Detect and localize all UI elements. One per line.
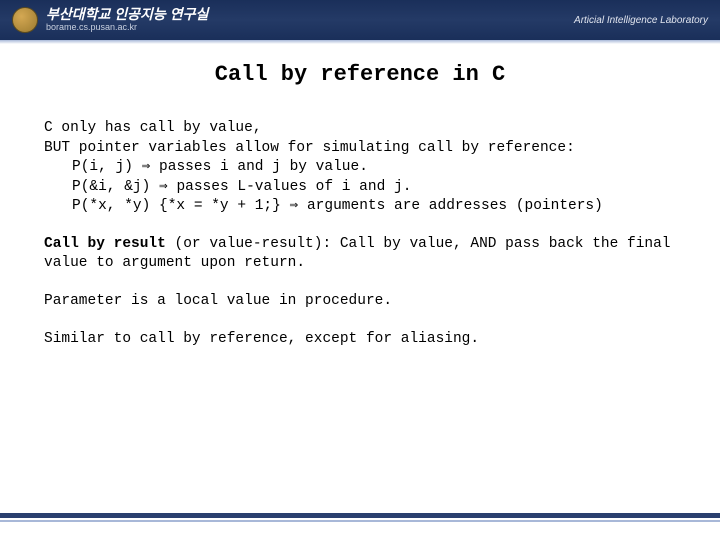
footer-line-thin <box>0 520 720 522</box>
p1-line2: BUT pointer variables allow for simulati… <box>44 139 676 159</box>
header-text-block: 부산대학교 인공지능 연구실 borame.cs.pusan.ac.kr <box>46 7 208 32</box>
paragraph-1: C only has call by value, BUT pointer va… <box>44 119 676 217</box>
header-left: 부산대학교 인공지능 연구실 borame.cs.pusan.ac.kr <box>12 7 208 33</box>
slide-title: Call by reference in C <box>44 62 676 87</box>
header-url: borame.cs.pusan.ac.kr <box>46 23 208 33</box>
p1-code1: P(i, j) ⇒ passes i and j by value. <box>44 158 676 178</box>
p1-code2: P(&i, &j) ⇒ passes L-values of i and j. <box>44 178 676 198</box>
footer-line-thick <box>0 513 720 518</box>
slide-header: 부산대학교 인공지능 연구실 borame.cs.pusan.ac.kr Art… <box>0 0 720 40</box>
p1-code3: P(*x, *y) {*x = *y + 1;} ⇒ arguments are… <box>44 197 676 217</box>
paragraph-3: Parameter is a local value in procedure. <box>44 292 676 312</box>
paragraph-4: Similar to call by reference, except for… <box>44 330 676 350</box>
slide-content: Call by reference in C C only has call b… <box>0 44 720 349</box>
university-logo-icon <box>12 7 38 33</box>
header-lab-name: Articial Intelligence Laboratory <box>574 15 708 26</box>
p1-line1: C only has call by value, <box>44 119 676 139</box>
slide-body: C only has call by value, BUT pointer va… <box>44 119 676 349</box>
header-korean-title: 부산대학교 인공지능 연구실 <box>46 7 208 22</box>
paragraph-2: Call by result (or value-result): Call b… <box>44 235 676 274</box>
footer-divider <box>0 513 720 522</box>
p2-bold: Call by result <box>44 236 166 252</box>
